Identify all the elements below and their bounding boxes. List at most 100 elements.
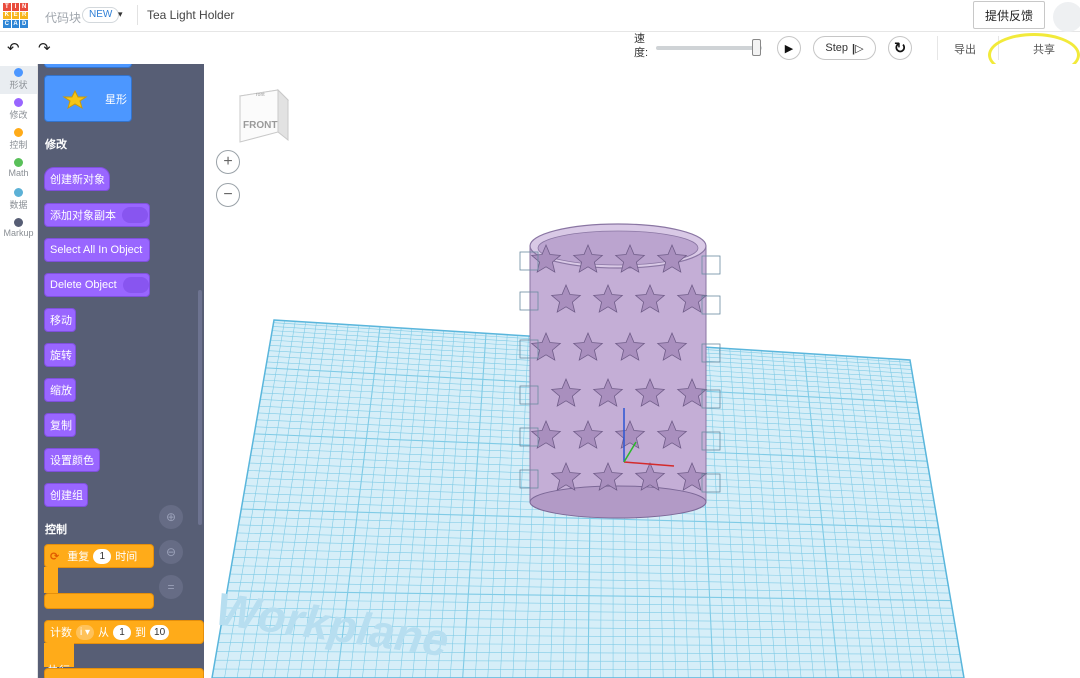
repeat-count-input[interactable]: 1 (93, 548, 112, 564)
workplane-scene: Workplane (211, 223, 965, 678)
category-4[interactable]: 数据 (0, 186, 37, 214)
category-dot-icon (14, 188, 23, 197)
undo-icon[interactable]: ↶ (7, 39, 20, 57)
block-input-slot[interactable] (122, 207, 148, 223)
palette-zoom-out-icon[interactable]: ⊖ (159, 540, 183, 564)
logo-letter: E (11, 11, 20, 20)
tinkercad-logo[interactable]: TIN KER CAD (3, 3, 28, 28)
export-button[interactable]: 导出 (954, 41, 976, 57)
repeat-block[interactable]: ⟳ 重复 1 时间 (44, 544, 154, 568)
view-cube[interactable]: ront FRONT (234, 86, 290, 155)
category-label: 数据 (9, 200, 28, 210)
category-label: Math (8, 168, 29, 178)
count-block-foot (44, 668, 204, 678)
palette-scrollbar[interactable] (198, 290, 202, 525)
category-label: 控制 (9, 140, 28, 150)
block-label: 复制 (50, 420, 72, 432)
copy-block[interactable]: 复制 (44, 413, 76, 437)
sim-toolbar: ↶ ↷ 速度: ▶ Step |▷ ↻ 导出 共享 (0, 32, 1080, 64)
logo-letter: I (11, 3, 20, 11)
block-label: 计数 (50, 627, 72, 639)
play-icon: ▶ (784, 42, 794, 55)
block-palette: 星形 修改 创建新对象 添加对象副本 Select All In Object … (38, 64, 204, 678)
block-label: 到 (135, 627, 147, 639)
svg-text:ront: ront (256, 92, 265, 98)
delete-object-block[interactable]: Delete Object (44, 273, 150, 297)
repeat-block-foot (44, 593, 154, 609)
category-dot-icon (14, 98, 23, 107)
block-label: Delete Object (50, 279, 117, 291)
from-input[interactable]: 1 (113, 624, 132, 640)
section-title-control: 控制 (45, 524, 67, 536)
palette-zoom-in-icon[interactable]: ⊕ (159, 505, 183, 529)
block-label: 设置颜色 (50, 455, 94, 467)
step-label: Step (825, 42, 849, 54)
svg-text:FRONT: FRONT (243, 120, 277, 131)
logo-letter: T (3, 3, 11, 11)
chevron-down-icon[interactable]: ▾ (118, 9, 123, 20)
category-1[interactable]: 修改 (0, 96, 37, 124)
step-button[interactable]: Step |▷ (813, 36, 876, 60)
play-button[interactable]: ▶ (777, 36, 801, 60)
category-dot-icon (14, 218, 23, 227)
avatar[interactable] (1053, 2, 1080, 32)
star-shape-block[interactable]: 星形 (44, 75, 132, 122)
3d-viewport[interactable]: Workplane ront FRONT + − (204, 64, 1080, 678)
category-3[interactable]: Math (0, 156, 37, 184)
design-name[interactable]: Tea Light Holder (147, 8, 234, 22)
feedback-button[interactable]: 提供反馈 (973, 1, 1045, 29)
category-dot-icon (14, 158, 23, 167)
repeat-icon: ⟳ (50, 550, 60, 563)
palette-reset-zoom-icon[interactable]: = (159, 575, 183, 599)
restart-button[interactable]: ↻ (888, 36, 912, 60)
codeblocks-label: 代码块 (45, 11, 82, 25)
block-label: 时间 (115, 551, 138, 563)
category-label: 修改 (9, 110, 28, 120)
rotate-block[interactable]: 旋转 (44, 343, 76, 367)
block-label: 移动 (50, 315, 72, 327)
speed-slider[interactable] (656, 46, 762, 50)
zoom-out-button[interactable]: − (216, 183, 240, 207)
create-group-block[interactable]: 创建组 (44, 483, 88, 507)
block-label: 创建组 (50, 490, 83, 502)
redo-icon[interactable]: ↷ (38, 39, 51, 57)
scale-block[interactable]: 缩放 (44, 378, 76, 402)
category-5[interactable]: Markup (0, 216, 37, 244)
star-block-label: 星形 (105, 93, 127, 106)
restart-icon: ↻ (893, 40, 907, 57)
block-label: 从 (98, 627, 110, 639)
create-object-block[interactable]: 创建新对象 (44, 167, 110, 191)
repeat-block-arm (44, 567, 58, 593)
to-input[interactable]: 10 (150, 624, 170, 640)
logo-letter: D (20, 20, 28, 28)
set-color-block[interactable]: 设置颜色 (44, 448, 100, 472)
move-block[interactable]: 移动 (44, 308, 76, 332)
category-dot-icon (14, 68, 23, 77)
category-0[interactable]: 形状 (0, 66, 37, 94)
block-input-slot[interactable] (122, 277, 149, 293)
tea-light-holder-model (519, 223, 721, 519)
logo-letter: A (11, 20, 20, 28)
block-label: 添加对象副本 (50, 210, 116, 222)
logo-letter: C (3, 20, 11, 28)
category-rail: 形状修改控制 Math 数据 Markup (0, 64, 38, 678)
step-icon: |▷ (852, 42, 864, 55)
count-var-dropdown[interactable]: i ▾ (76, 624, 95, 640)
logo-letter: N (20, 3, 28, 11)
count-block[interactable]: 计数 i ▾ 从 1 到 10 (44, 620, 204, 644)
block-label: 创建新对象 (50, 174, 105, 186)
star-icon (62, 89, 88, 109)
divider (937, 36, 938, 60)
zoom-in-button[interactable]: + (216, 150, 240, 174)
block-label: 旋转 (50, 350, 72, 362)
divider (137, 5, 138, 25)
shape-block-partial[interactable] (44, 64, 132, 68)
category-2[interactable]: 控制 (0, 126, 37, 154)
speed-slider-handle[interactable] (752, 39, 761, 56)
select-all-block[interactable]: Select All In Object (44, 238, 150, 262)
section-title-modify: 修改 (45, 139, 67, 151)
add-copy-block[interactable]: 添加对象副本 (44, 203, 150, 227)
new-badge: NEW (82, 7, 120, 23)
block-label: Select All In Object (50, 244, 143, 256)
view-cube-icon: ront FRONT (238, 88, 290, 143)
